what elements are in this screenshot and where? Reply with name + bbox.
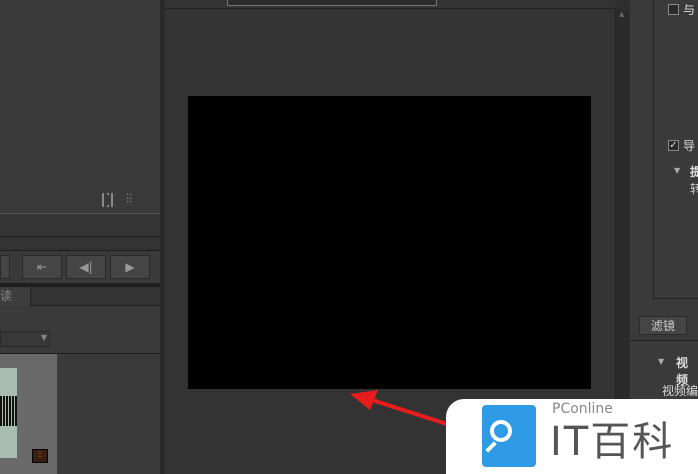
magnifier-logo-icon xyxy=(482,405,536,467)
watermark-logo: PConline IT百科 xyxy=(446,399,698,474)
